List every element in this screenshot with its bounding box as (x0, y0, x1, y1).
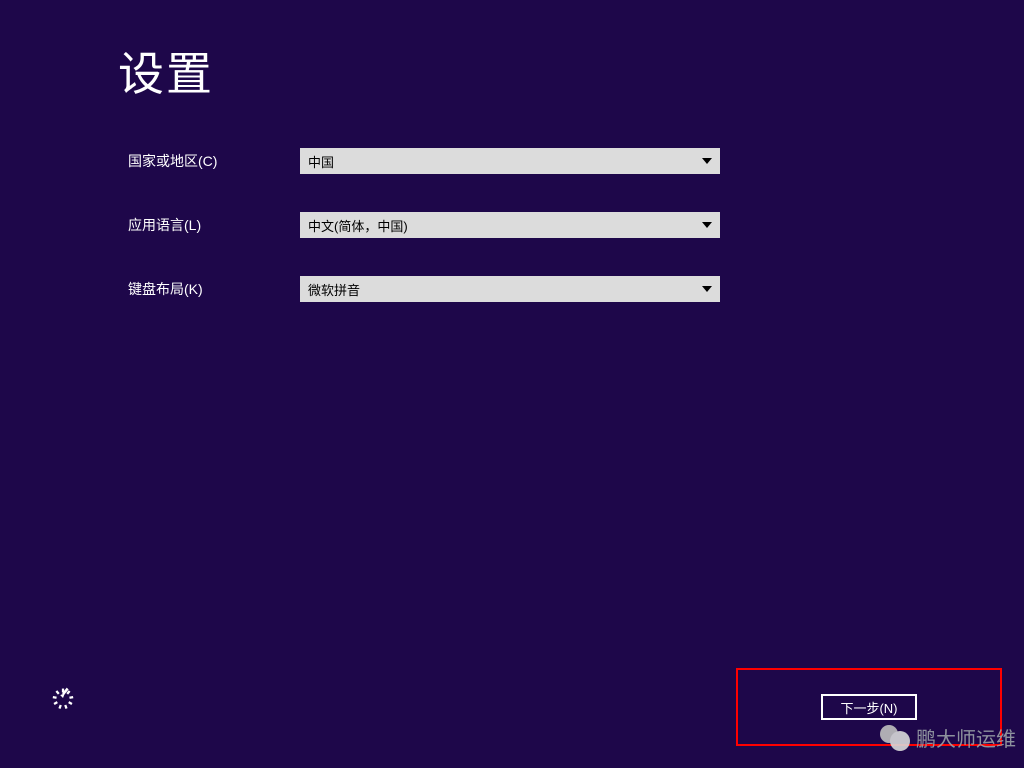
settings-form: 国家或地区(C) 中国 应用语言(L) 中文(简体，中国) 键盘布局(K) 微软… (128, 148, 720, 340)
label-country: 国家或地区(C) (128, 151, 300, 171)
wechat-icon (880, 725, 910, 751)
chevron-down-icon (702, 222, 712, 228)
page-title: 设置 (118, 38, 214, 104)
watermark-text: 鹏大师运维 (916, 723, 1016, 752)
select-country[interactable]: 中国 (300, 148, 720, 174)
watermark: 鹏大师运维 (880, 723, 1016, 752)
select-language[interactable]: 中文(简体，中国) (300, 212, 720, 238)
select-keyboard-value: 微软拼音 (308, 280, 360, 299)
ease-of-access-button[interactable] (48, 682, 78, 712)
next-button[interactable]: 下一步(N) (821, 694, 917, 720)
label-language: 应用语言(L) (128, 215, 300, 235)
chevron-down-icon (702, 158, 712, 164)
select-country-value: 中国 (308, 152, 334, 171)
label-keyboard: 键盘布局(K) (128, 279, 300, 299)
chevron-down-icon (702, 286, 712, 292)
select-keyboard[interactable]: 微软拼音 (300, 276, 720, 302)
next-button-label: 下一步(N) (840, 698, 897, 717)
select-language-value: 中文(简体，中国) (308, 216, 408, 235)
row-language: 应用语言(L) 中文(简体，中国) (128, 212, 720, 238)
row-keyboard: 键盘布局(K) 微软拼音 (128, 276, 720, 302)
oobe-settings-screen: 设置 国家或地区(C) 中国 应用语言(L) 中文(简体，中国) 键盘布局(K)… (0, 0, 1024, 768)
ease-of-access-icon (48, 682, 78, 712)
row-country: 国家或地区(C) 中国 (128, 148, 720, 174)
